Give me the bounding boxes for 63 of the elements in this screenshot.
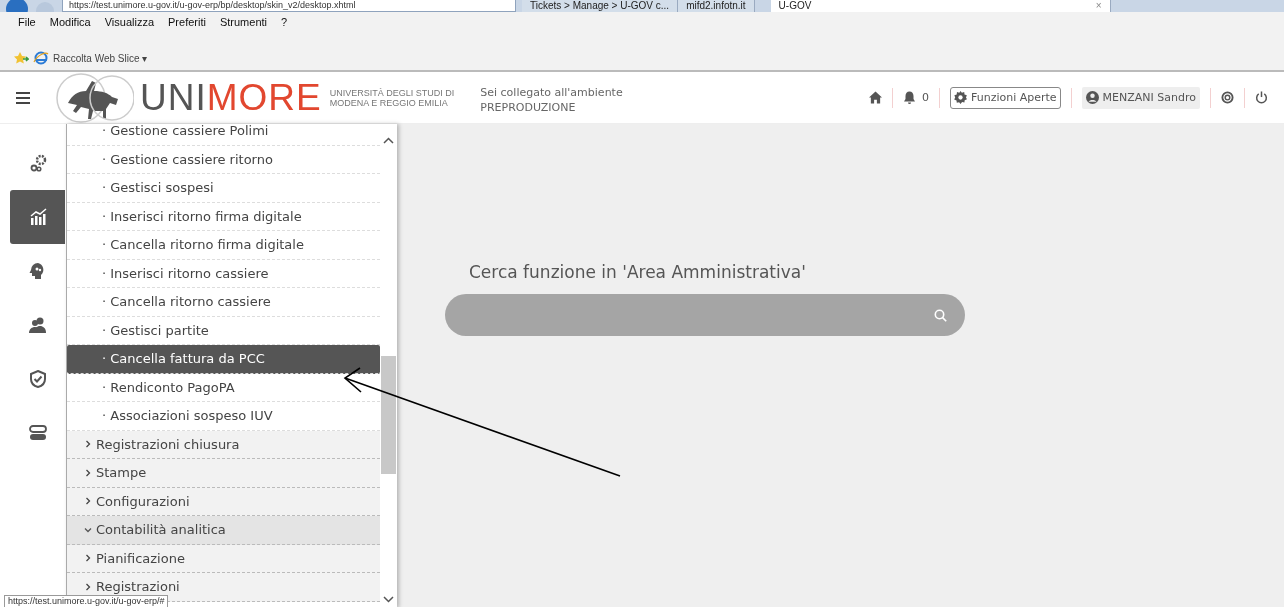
- favorites-link[interactable]: Raccolta Web Slice ▾: [53, 52, 148, 64]
- horse-rider-icon: [56, 72, 134, 123]
- chevron-right-icon: [84, 440, 92, 449]
- browser-icon: [33, 51, 49, 65]
- menu-item[interactable]: Contabilità analitica: [67, 516, 380, 545]
- menu-item[interactable]: · Gestisci partite: [67, 316, 380, 345]
- search-icon: [934, 308, 947, 322]
- gears-icon: [28, 154, 47, 172]
- menu-item[interactable]: · Gestisci sospesi: [67, 174, 380, 203]
- menu-item[interactable]: Registrazioni chiusura: [67, 430, 380, 459]
- environment-text: PREPRODUZIONE: [480, 99, 577, 115]
- chevron-down-icon: [84, 525, 92, 534]
- open-functions-button[interactable]: Funzioni Aperte: [949, 86, 1061, 109]
- close-icon[interactable]: ×: [1095, 0, 1102, 12]
- chevron-right-icon: [84, 497, 92, 506]
- address-field[interactable]: https://test.unimore.u-gov.it/u-gov-erp/bp/desktop/skin_v2/desktop.xhtml: [62, 0, 516, 12]
- menu-item[interactable]: · Cancella ritorno cassiere: [67, 288, 380, 317]
- environment-text: Sei collegato all'ambiente: [480, 84, 623, 100]
- browser-tab[interactable]: mifd2.infotn.it: [678, 0, 755, 12]
- user-menu[interactable]: MENZANI Sandro: [1081, 86, 1200, 109]
- menu-item[interactable]: · Cancella ritorno firma digitale: [67, 231, 380, 260]
- menu-item[interactable]: · Gestione cassiere Polimi: [67, 124, 380, 146]
- menu-item[interactable]: · Inserisci ritorno firma digitale: [67, 202, 380, 231]
- menu-icon[interactable]: [16, 91, 30, 104]
- bell-icon[interactable]: [902, 91, 916, 104]
- menu-item[interactable]: ?: [281, 16, 288, 30]
- menu-item[interactable]: · Associazioni sospeso IUV: [67, 402, 380, 431]
- notification-count: 0: [921, 91, 929, 104]
- user-icon: [1085, 91, 1099, 104]
- status-url: https://test.unimore.u-gov.it/u-gov-erp/#: [4, 595, 169, 607]
- logo-subtitle: UNIVERSITÀ DEGLI STUDI DI: [329, 87, 455, 98]
- menu-item[interactable]: · Inserisci ritorno cassiere: [67, 259, 380, 288]
- power-icon[interactable]: [1255, 91, 1268, 104]
- chevron-right-icon: [84, 468, 92, 477]
- search-field[interactable]: [445, 294, 965, 336]
- menu-item[interactable]: Stampe: [67, 459, 380, 488]
- toggles-icon: [28, 424, 47, 442]
- menu-item[interactable]: Visualizza: [104, 16, 155, 30]
- menu-item[interactable]: Strumenti: [219, 16, 267, 30]
- rail-button[interactable]: [10, 190, 65, 244]
- chevron-right-icon: [84, 554, 92, 563]
- menu-item[interactable]: File: [18, 16, 36, 30]
- browser-tab[interactable]: U-GOV ×: [770, 0, 1111, 12]
- home-icon[interactable]: [868, 91, 882, 104]
- lifebuoy-icon[interactable]: [1221, 91, 1234, 104]
- logo-subtitle: MODENA E REGGIO EMILIA: [329, 97, 449, 108]
- menu-item[interactable]: · Gestione cassiere ritorno: [67, 145, 380, 174]
- menu-item[interactable]: · Cancella fattura da PCC: [67, 345, 380, 374]
- scrollbar-thumb[interactable]: [381, 356, 396, 474]
- menu-item[interactable]: · Rendiconto PagoPA: [67, 373, 380, 402]
- star-icon: [13, 51, 29, 65]
- gear-icon: [953, 91, 967, 104]
- people-icon: [28, 316, 47, 334]
- menu-item[interactable]: Preferiti: [168, 16, 206, 30]
- logo-wordmark: UNIMORE: [140, 77, 322, 118]
- chevron-right-icon: [84, 582, 92, 591]
- browser-tab[interactable]: Tickets > Manage > U-GOV c...: [522, 0, 679, 12]
- menu-item[interactable]: Configurazioni: [67, 487, 380, 516]
- menu-item[interactable]: Pianificazione: [67, 544, 380, 573]
- search-label: Cerca funzione in 'Area Amministrativa': [469, 262, 807, 282]
- shield-icon: [28, 370, 47, 388]
- menu-item[interactable]: Modifica: [49, 16, 91, 30]
- chart-icon: [28, 208, 47, 226]
